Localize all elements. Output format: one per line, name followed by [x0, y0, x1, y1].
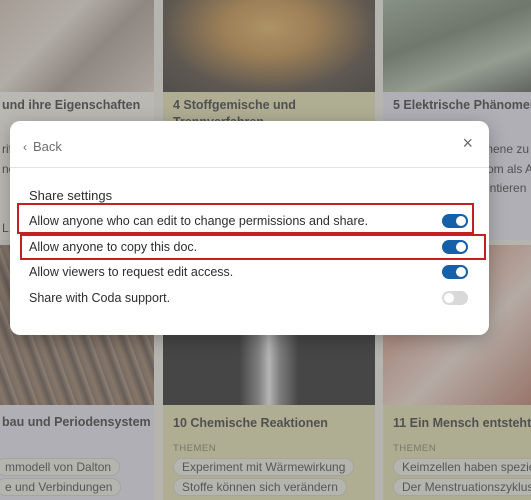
request-edit-toggle[interactable] — [442, 265, 468, 279]
section-title: Share settings — [29, 188, 113, 203]
close-icon[interactable]: × — [462, 133, 473, 154]
setting-row-coda-support: Share with Coda support. — [29, 288, 468, 308]
back-label: Back — [33, 139, 62, 154]
coda-support-toggle[interactable] — [442, 291, 468, 305]
setting-row-request-edit: Allow viewers to request edit access. — [29, 262, 468, 282]
chevron-left-icon: ‹ — [23, 139, 27, 154]
setting-label: Allow viewers to request edit access. — [29, 265, 234, 279]
highlight-box-permissions — [17, 203, 474, 234]
dialog-divider — [10, 167, 489, 168]
back-button[interactable]: ‹ Back — [23, 139, 62, 154]
setting-label: Share with Coda support. — [29, 291, 171, 305]
highlight-box-copy — [20, 234, 486, 260]
